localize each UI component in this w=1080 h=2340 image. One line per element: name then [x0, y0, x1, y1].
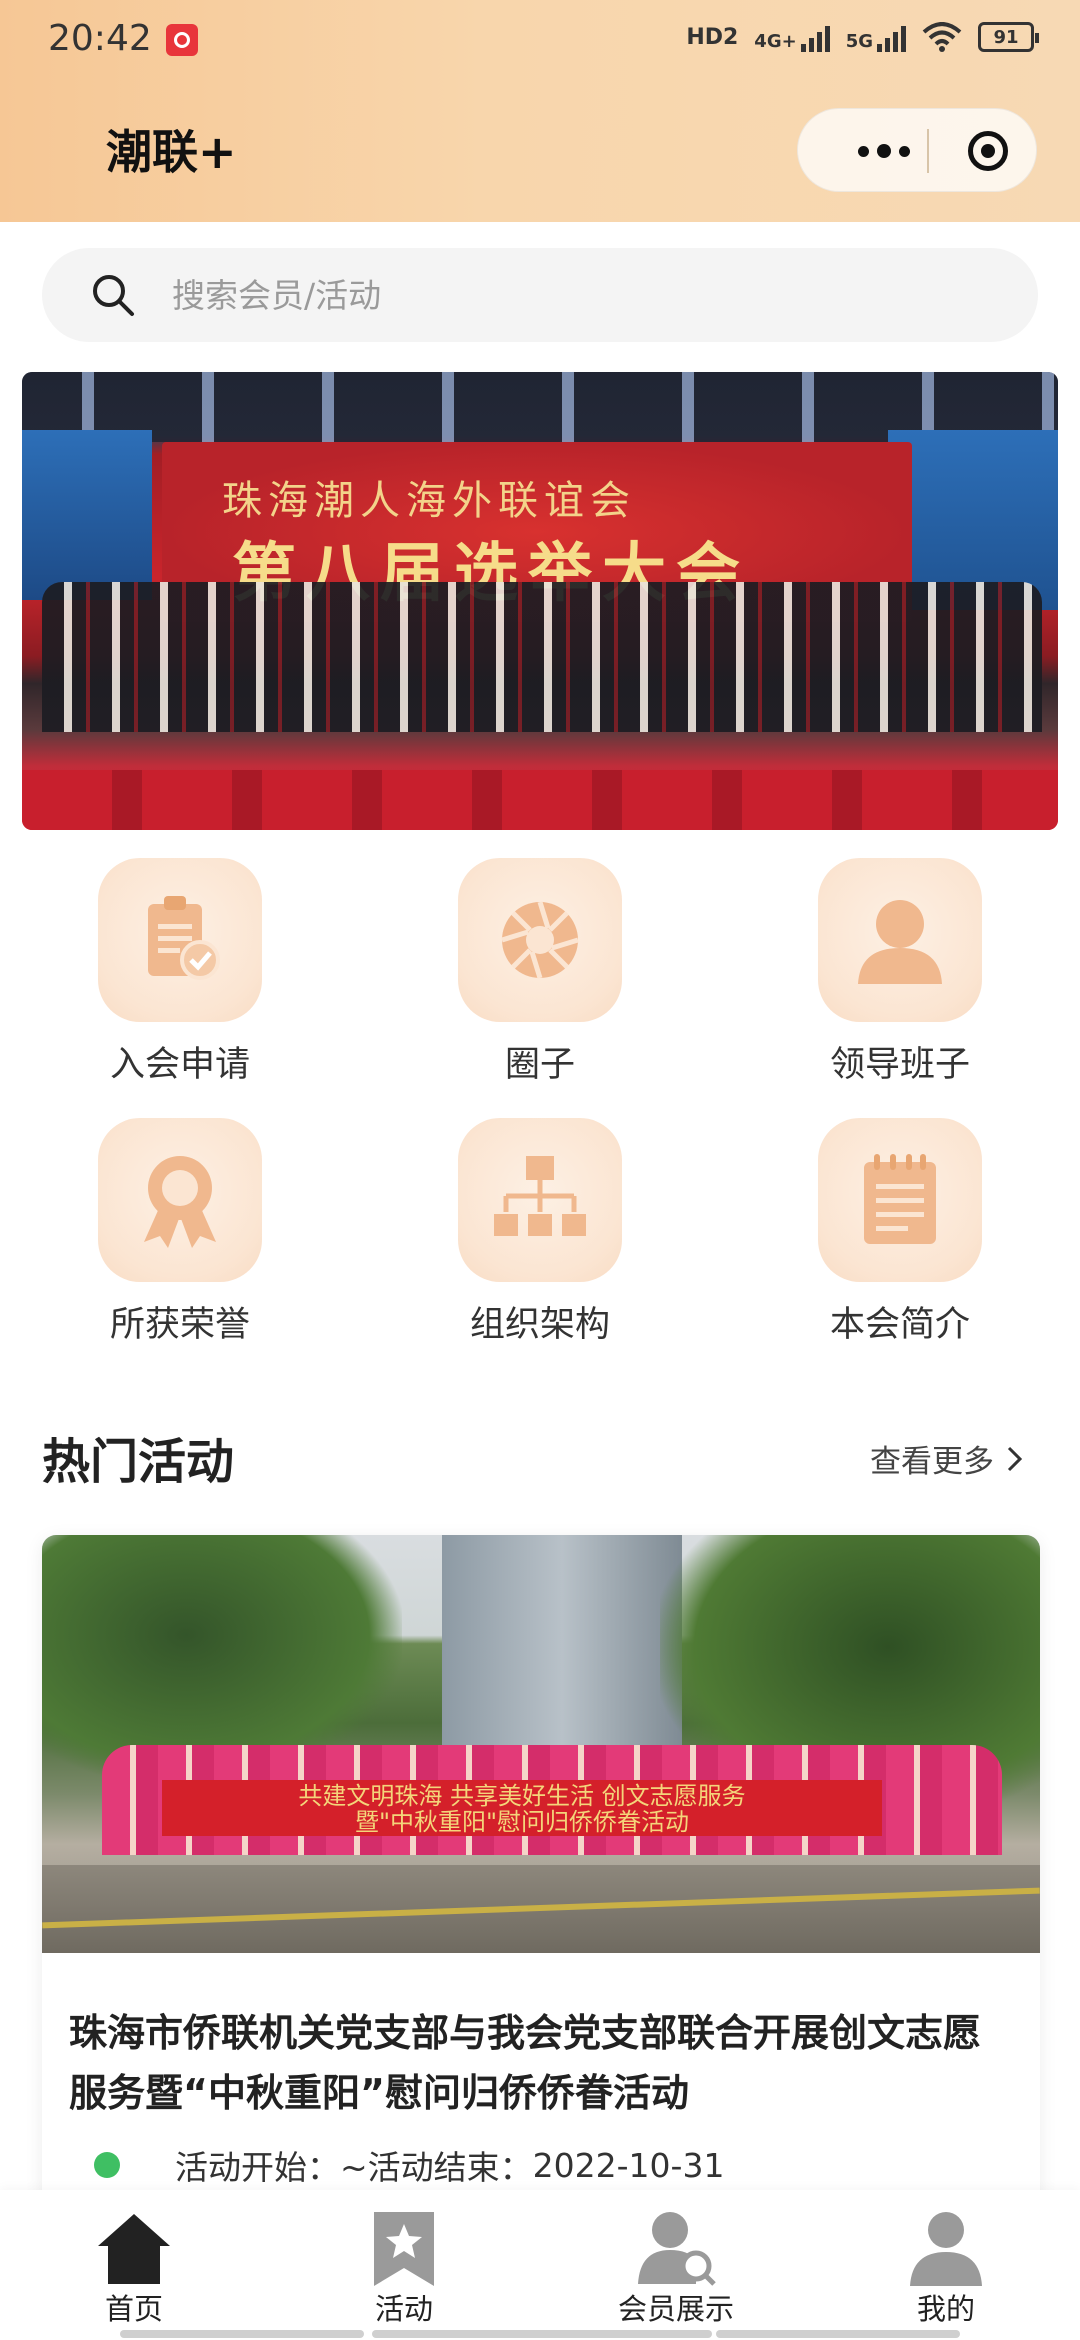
menu-label: 入会申请	[109, 1045, 250, 1085]
see-more-link[interactable]: 查看更多	[870, 1436, 1024, 1481]
netease-music-icon	[166, 24, 198, 56]
chevron-right-icon	[1007, 1446, 1023, 1471]
home-icon	[98, 2214, 170, 2284]
icon-tile	[98, 1118, 262, 1282]
icon-tile	[458, 1118, 622, 1282]
status-dot	[94, 2152, 120, 2178]
network-4g-label: 4G+	[754, 31, 797, 52]
icon-tile	[818, 1118, 982, 1282]
menu-label: 本会简介	[829, 1305, 970, 1345]
menu-item-membership-application[interactable]: 入会申请	[36, 858, 276, 1098]
signal-bars-icon	[800, 22, 830, 52]
search-icon	[93, 275, 134, 316]
activity-title: 珠海市侨联机关党支部与我会党支部联合开展创文志愿服务暨“中秋重阳”慰问归侨侨眷活…	[69, 2011, 982, 2115]
org-chart-icon	[494, 1156, 586, 1236]
signal-5g: 5G	[846, 22, 906, 52]
battery-level: 91	[993, 26, 1019, 48]
more-icon[interactable]	[836, 109, 932, 193]
clipboard-check-icon	[148, 896, 220, 980]
banquet-chairs	[22, 770, 1058, 830]
menu-label: 组织架构	[469, 1305, 610, 1345]
status-indicators: HD2 4G+ 5G 91	[686, 22, 1039, 52]
photo-building	[442, 1535, 682, 1755]
miniprogram-capsule	[797, 108, 1037, 192]
tab-home[interactable]: 首页	[34, 2200, 234, 2326]
award-ribbon-icon	[144, 1156, 216, 1248]
menu-item-honors[interactable]: 所获荣誉	[36, 1118, 276, 1358]
section-title-hot-activities: 热门活动	[42, 1434, 235, 1490]
activity-end-label: ~活动结束：	[340, 2148, 533, 2187]
stage-screen-left	[22, 430, 152, 600]
menu-item-circles[interactable]: 圈子	[396, 858, 636, 1098]
menu-label: 领导班子	[829, 1045, 970, 1085]
search-input[interactable]	[172, 248, 992, 342]
banner-line1: 珠海潮人海外联谊会	[222, 478, 636, 524]
signal-4g: 4G+	[754, 22, 830, 52]
gesture-indicator	[716, 2330, 960, 2338]
icon-tile	[818, 858, 982, 1022]
gesture-indicator	[372, 2330, 712, 2338]
activity-photo: 共建文明珠海 共享美好生活 创文志愿服务 暨"中秋重阳"慰问归侨侨眷活动	[42, 1535, 1040, 1953]
menu-item-leadership[interactable]: 领导班子	[756, 858, 996, 1098]
user-icon	[910, 2212, 982, 2286]
menu-label: 所获荣誉	[109, 1305, 250, 1345]
search-bar[interactable]	[42, 248, 1038, 342]
status-time: 20:42	[48, 18, 152, 59]
tab-label: 会员展示	[617, 2292, 734, 2326]
hd-network-label: HD2	[686, 24, 739, 50]
notepad-icon	[864, 1154, 936, 1244]
photo-banner-text: 共建文明珠海 共享美好生活 创文志愿服务 暨"中秋重阳"慰问归侨侨眷活动	[162, 1780, 882, 1836]
tab-label: 我的	[916, 2292, 975, 2326]
group-photo-people	[42, 582, 1042, 732]
menu-label: 圈子	[504, 1045, 575, 1085]
tab-label: 首页	[104, 2292, 163, 2326]
member-search-icon	[638, 2212, 716, 2286]
activity-card[interactable]: 共建文明珠海 共享美好生活 创文志愿服务 暨"中秋重阳"慰问归侨侨眷活动 珠海市…	[42, 1535, 1040, 2295]
icon-tile	[458, 858, 622, 1022]
activity-end-date: 2022-10-31	[532, 2145, 725, 2185]
see-more-label: 查看更多	[870, 1444, 994, 1480]
bookmark-star-icon	[374, 2212, 434, 2286]
tab-activities[interactable]: 活动	[304, 2200, 504, 2326]
capsule-divider	[927, 129, 929, 173]
close-miniprogram-icon[interactable]	[968, 131, 1008, 171]
header: 20:42 HD2 4G+ 5G 91 潮联+	[0, 0, 1080, 222]
aperture-icon	[501, 901, 579, 979]
signal-bars-icon	[877, 22, 906, 52]
banner-carousel[interactable]: 珠海潮人海外联谊会 第八届选举大会	[22, 372, 1058, 830]
bottom-tab-bar: 首页 活动 会员展示 我的	[0, 2190, 1080, 2340]
page-title: 潮联+	[106, 125, 237, 179]
menu-item-org-structure[interactable]: 组织架构	[396, 1118, 636, 1358]
tab-mine[interactable]: 我的	[846, 2200, 1046, 2326]
activity-dates: 活动开始： ~活动结束： 2022-10-31	[94, 2141, 724, 2189]
icon-tile	[98, 858, 262, 1022]
person-icon	[858, 900, 942, 984]
tab-label: 活动	[374, 2292, 433, 2326]
menu-item-introduction[interactable]: 本会简介	[756, 1118, 996, 1358]
activity-start-label: 活动开始：	[175, 2148, 340, 2187]
network-5g-label: 5G	[845, 31, 873, 52]
gesture-indicator	[120, 2330, 364, 2338]
tab-member-showcase[interactable]: 会员展示	[576, 2200, 776, 2326]
battery-icon: 91	[978, 22, 1039, 52]
wifi-icon	[922, 22, 962, 52]
